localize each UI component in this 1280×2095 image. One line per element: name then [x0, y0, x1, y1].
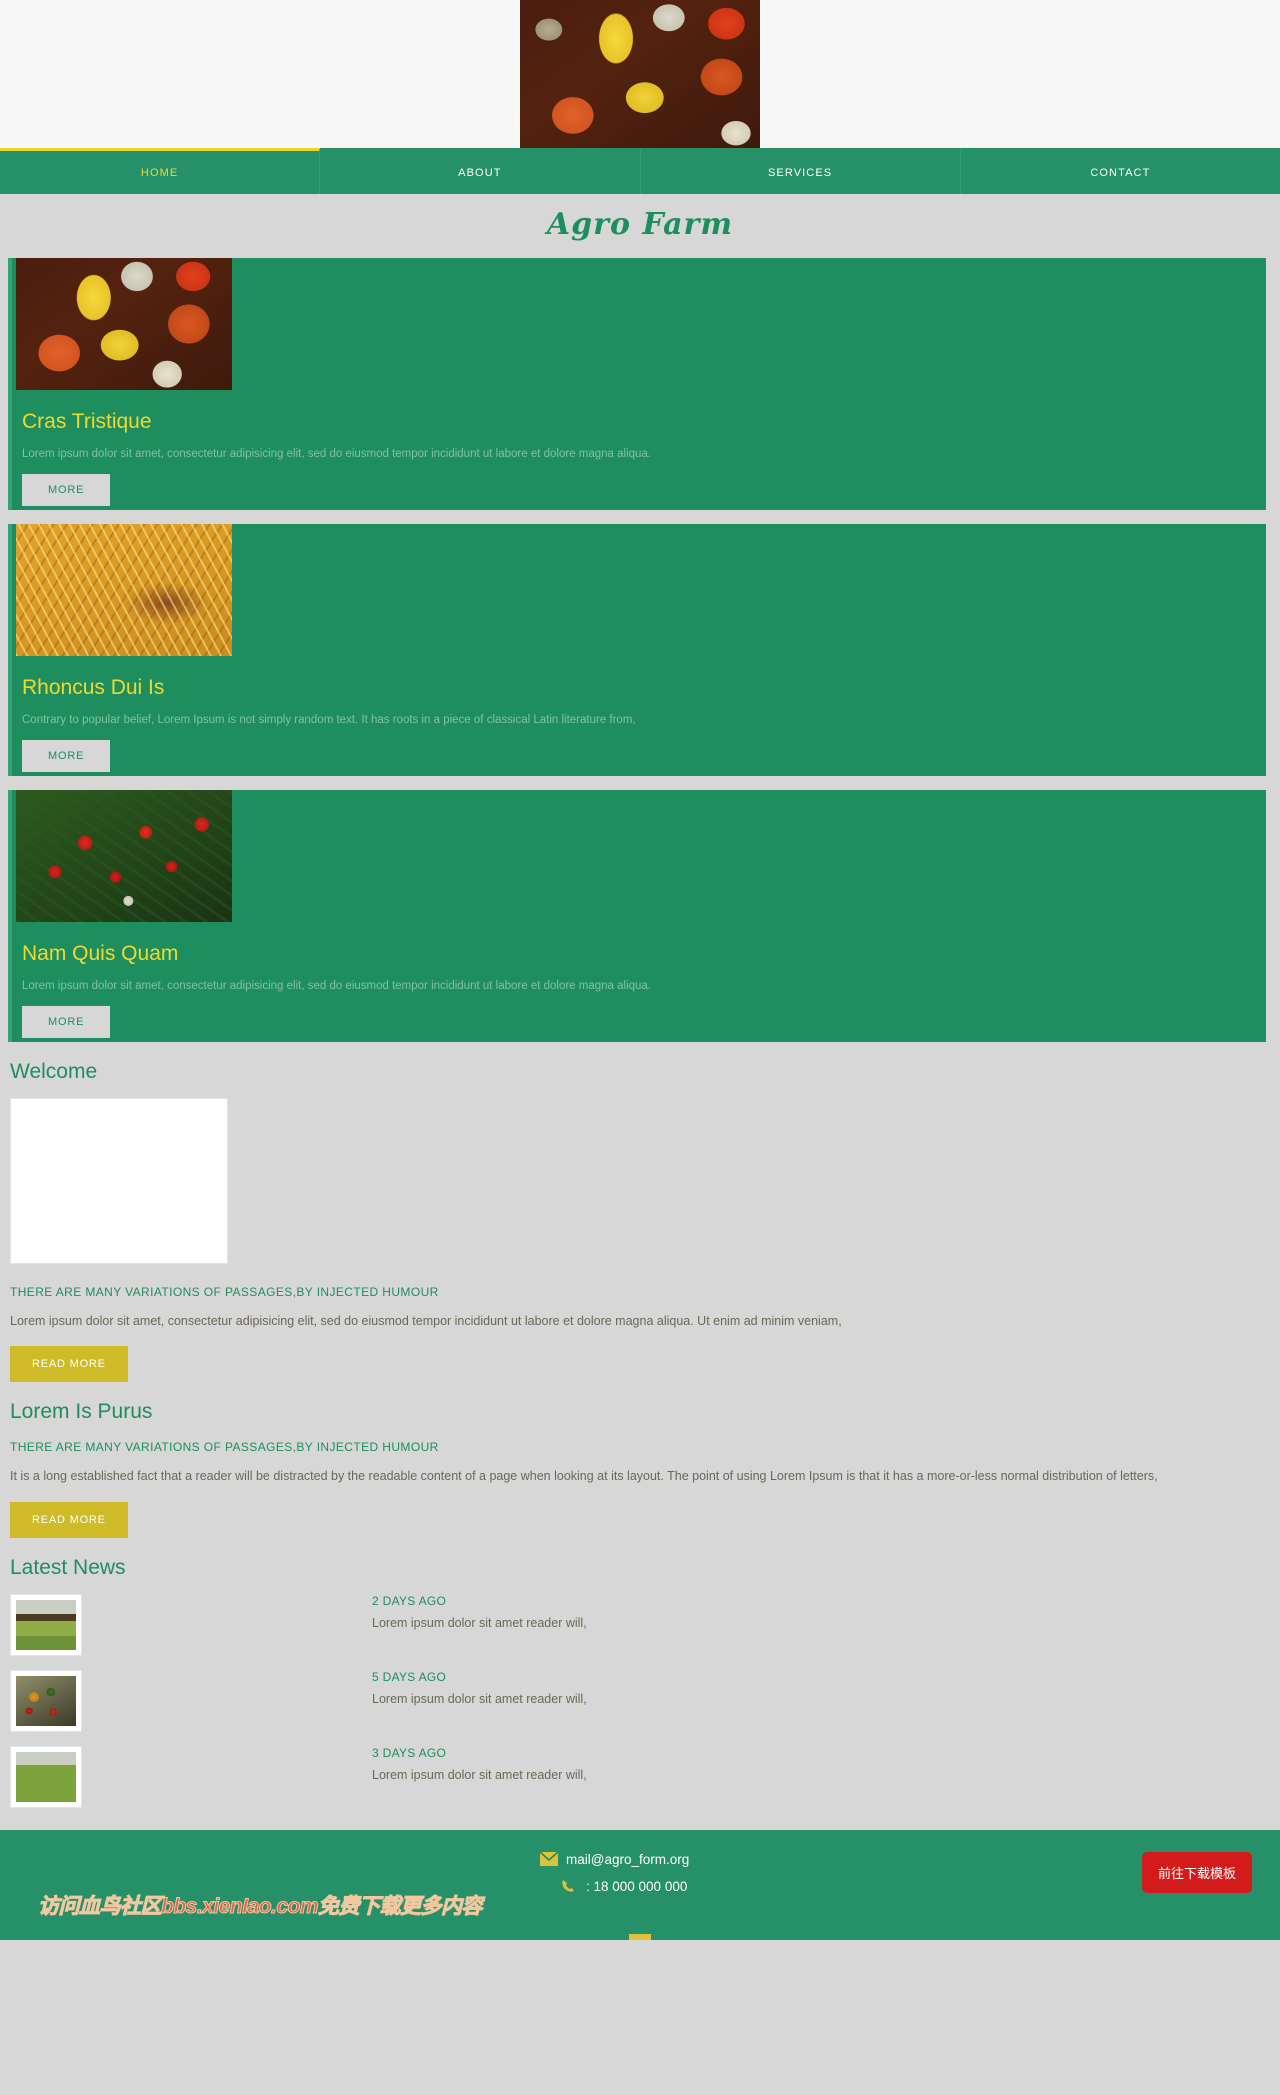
footer-contact: mail@agro_form.org : 18 000 000 000: [539, 1851, 690, 1906]
card-description: Contrary to popular belief, Lorem Ipsum …: [22, 714, 636, 726]
news-date: 3 DAYS AGO: [372, 1745, 447, 1760]
feature-card: Rhoncus Dui Is Contrary to popular belie…: [8, 524, 1266, 776]
welcome-section: Welcome THERE ARE MANY VARIATIONS OF PAS…: [0, 1060, 1280, 1383]
news-text: Lorem ipsum dolor sit amet reader will,: [372, 1615, 587, 1630]
welcome-subheading: THERE ARE MANY VARIATIONS OF PASSAGES,BY…: [10, 1285, 439, 1299]
news-text: Lorem ipsum dolor sit amet reader will,: [372, 1767, 587, 1782]
footer-email-row[interactable]: mail@agro_form.org: [539, 1851, 690, 1867]
news-item[interactable]: 2 DAYS AGO Lorem ipsum dolor sit amet re…: [10, 1593, 1270, 1656]
news-date: 5 DAYS AGO: [372, 1669, 447, 1684]
footer-phone-text: : 18 000 000 000: [586, 1878, 688, 1894]
news-item[interactable]: 5 DAYS AGO Lorem ipsum dolor sit amet re…: [10, 1669, 1270, 1732]
news-body: 2 DAYS AGO Lorem ipsum dolor sit amet re…: [372, 1594, 587, 1656]
card-more-button[interactable]: MORE: [22, 474, 111, 506]
card-title: Nam Quis Quam: [22, 942, 179, 965]
main-navigation: HOME ABOUT SERVICES CONTACT: [0, 148, 1280, 194]
welcome-title: Welcome: [10, 1060, 98, 1083]
phone-icon: [560, 1879, 578, 1893]
footer-decoration: [629, 1933, 651, 1940]
latest-news-section: Latest News 2 DAYS AGO Lorem ipsum dolor…: [0, 1556, 1280, 1808]
purus-title: Lorem Is Purus: [10, 1400, 153, 1424]
card-image-tomatoes: [16, 790, 232, 922]
purus-body: It is a long established fact that a rea…: [10, 1469, 1158, 1484]
nav-label-about: ABOUT: [458, 166, 502, 179]
envelope-icon: [539, 1851, 559, 1866]
download-template-button[interactable]: 前往下载模板: [1141, 1851, 1252, 1893]
watermark-text: 访问血鸟社区bbs.xienIao.com免费下载更多内容: [37, 1894, 483, 1918]
feature-card: Nam Quis Quam Lorem ipsum dolor sit amet…: [8, 790, 1266, 1042]
welcome-image: [17, 1105, 221, 1257]
site-logo[interactable]: Agro Farm: [547, 207, 733, 242]
header-banner: [0, 0, 1280, 148]
card-title: Rhoncus Dui Is: [22, 676, 165, 699]
nav-label-contact: CONTACT: [1090, 166, 1151, 179]
news-thumb-frame: [10, 1745, 82, 1808]
news-image-field: [16, 1599, 76, 1650]
feature-card: Cras Tristique Lorem ipsum dolor sit ame…: [8, 258, 1266, 510]
nav-item-services[interactable]: SERVICES: [641, 148, 961, 194]
nav-label-home: HOME: [140, 166, 179, 179]
pumpkin-photo: [520, 0, 760, 148]
news-body: 5 DAYS AGO Lorem ipsum dolor sit amet re…: [372, 1670, 587, 1732]
card-more-button[interactable]: MORE: [22, 1006, 111, 1038]
news-thumb-frame: [10, 1669, 82, 1732]
news-text: Lorem ipsum dolor sit amet reader will,: [372, 1691, 587, 1706]
welcome-body: Lorem ipsum dolor sit amet, consectetur …: [10, 1314, 842, 1328]
footer-email-text: mail@agro_form.org: [566, 1851, 690, 1867]
nav-item-about[interactable]: ABOUT: [320, 148, 641, 194]
card-description: Lorem ipsum dolor sit amet, consectetur …: [22, 980, 652, 992]
news-title: Latest News: [10, 1555, 126, 1579]
news-item[interactable]: 3 DAYS AGO Lorem ipsum dolor sit amet re…: [10, 1745, 1270, 1808]
logo-area: Agro Farm: [0, 194, 1280, 254]
site-footer: mail@agro_form.org : 18 000 000 000 访问血鸟…: [0, 1829, 1280, 1940]
news-body: 3 DAYS AGO Lorem ipsum dolor sit amet re…: [372, 1746, 587, 1808]
purus-section: Lorem Is Purus THERE ARE MANY VARIATIONS…: [0, 1400, 1280, 1538]
banner-image: [520, 0, 760, 148]
nav-item-contact[interactable]: CONTACT: [961, 148, 1280, 194]
purus-subheading: THERE ARE MANY VARIATIONS OF PASSAGES,BY…: [10, 1440, 439, 1455]
card-image-pumpkins: [16, 258, 232, 390]
welcome-read-more-button[interactable]: READ MORE: [10, 1346, 128, 1383]
news-image-tractor: [16, 1751, 76, 1802]
card-description: Lorem ipsum dolor sit amet, consectetur …: [22, 448, 652, 460]
news-date: 2 DAYS AGO: [372, 1593, 447, 1608]
nav-item-home[interactable]: HOME: [0, 148, 321, 194]
card-title: Cras Tristique: [22, 410, 152, 433]
card-image-wheat: [16, 524, 232, 656]
card-more-button[interactable]: MORE: [22, 740, 111, 772]
news-image-vegetables: [16, 1675, 76, 1726]
nav-label-services: SERVICES: [768, 166, 833, 179]
welcome-image-frame: [10, 1098, 228, 1264]
news-thumb-frame: [10, 1593, 82, 1656]
footer-phone-row[interactable]: : 18 000 000 000: [540, 1879, 689, 1894]
feature-cards: Cras Tristique Lorem ipsum dolor sit ame…: [0, 258, 1280, 1042]
purus-read-more-button[interactable]: READ MORE: [10, 1501, 128, 1538]
